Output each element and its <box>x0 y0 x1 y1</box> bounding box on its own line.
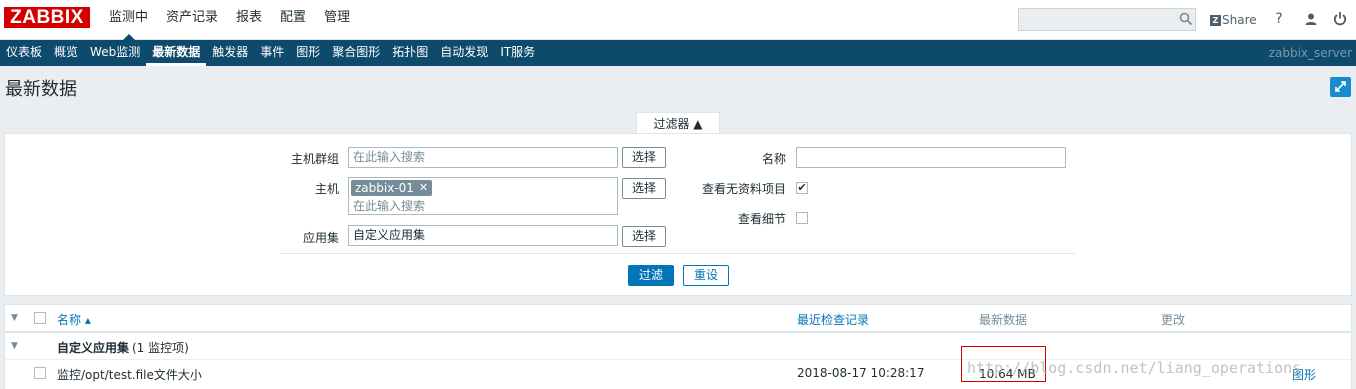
watermark: http://blog.csdn.net/liang_operations <box>967 359 1302 377</box>
share-button[interactable]: Z Share <box>1210 11 1257 29</box>
host-group-select-button[interactable]: 选择 <box>622 147 666 168</box>
page-title: 最新数据 <box>5 79 77 100</box>
remove-chip-icon[interactable]: ✕ <box>419 180 428 196</box>
top-menu-item-configuration[interactable]: 配置 <box>271 0 315 40</box>
sub-menu-triggers[interactable]: 触发器 <box>206 40 254 66</box>
host-chip: zabbix-01 ✕ <box>351 180 433 196</box>
host-group-label: 主机群组 <box>290 152 339 166</box>
fullscreen-button[interactable] <box>1330 77 1351 97</box>
name-input[interactable] <box>796 147 1066 168</box>
sub-menu-latest-data[interactable]: 最新数据 <box>146 40 207 66</box>
top-menu-item-administration[interactable]: 管理 <box>315 0 359 40</box>
zabbix-share-icon: Z <box>1210 14 1221 26</box>
sub-navigation: 仪表板 概览 Web监测 最新数据 触发器 事件 图形 聚合图形 拓扑图 自动发… <box>0 40 1356 66</box>
group-name: 自定义应用集 <box>57 341 130 355</box>
change-column-header: 更改 <box>1161 313 1186 327</box>
select-all-checkbox[interactable] <box>34 312 46 324</box>
expand-icon <box>1335 81 1346 92</box>
item-name: 监控/opt/test.file文件大小 <box>57 368 202 382</box>
group-collapse-icon[interactable]: ▼ <box>11 341 18 351</box>
search-icon[interactable] <box>1179 12 1193 26</box>
show-without-data-label: 查看无资料项目 <box>701 182 786 196</box>
zabbix-logo[interactable]: ZABBIX <box>4 7 90 28</box>
sub-menu-discovery[interactable]: 自动发现 <box>434 40 494 66</box>
host-label: 主机 <box>314 182 339 196</box>
name-column-header[interactable]: 名称 ▴ <box>57 311 91 328</box>
filter-toggle-tab[interactable]: 过滤器 ▲ <box>636 112 720 135</box>
sub-menu-events[interactable]: 事件 <box>254 40 290 66</box>
name-label: 名称 <box>761 152 786 166</box>
row-checkbox[interactable] <box>34 367 46 379</box>
last-value-column-header: 最新数据 <box>979 313 1028 327</box>
host-search-input[interactable]: 在此输入搜索 <box>353 197 425 214</box>
host-select-button[interactable]: 选择 <box>622 178 666 199</box>
show-without-data-checkbox[interactable]: ✔ <box>796 182 808 194</box>
filter-divider <box>281 253 1075 254</box>
sub-menu-graphs[interactable]: 图形 <box>290 40 326 66</box>
application-select-button[interactable]: 选择 <box>622 226 666 247</box>
top-menu: 监测中 资产记录 报表 配置 管理 <box>100 0 359 40</box>
header-separator <box>4 331 1352 333</box>
sign-out-icon[interactable] <box>1333 11 1347 26</box>
sub-menu-web[interactable]: Web监测 <box>84 40 146 66</box>
show-details-label: 查看细节 <box>737 212 786 226</box>
server-name: zabbix_server <box>1268 46 1352 60</box>
group-item-count: (1 监控项) <box>132 341 189 355</box>
sub-menu-maps[interactable]: 拓扑图 <box>386 40 434 66</box>
user-profile-icon[interactable] <box>1304 12 1318 26</box>
help-icon[interactable]: ? <box>1271 10 1287 28</box>
application-label: 应用集 <box>302 231 339 245</box>
sub-menu-screens[interactable]: 聚合图形 <box>326 40 386 66</box>
collapse-all-icon[interactable]: ▼ <box>11 313 18 323</box>
share-label: Share <box>1222 13 1257 27</box>
apply-filter-button[interactable]: 过滤 <box>628 265 674 286</box>
host-chip-label: zabbix-01 <box>355 181 414 195</box>
host-group-input[interactable]: 在此输入搜索 <box>348 147 618 168</box>
sub-menu-it-services[interactable]: IT服务 <box>494 40 541 66</box>
last-check-column-header[interactable]: 最近检查记录 <box>797 311 869 328</box>
top-menu-item-monitoring[interactable]: 监测中 <box>100 0 157 40</box>
top-menu-item-inventory[interactable]: 资产记录 <box>157 0 227 40</box>
search-input[interactable] <box>1018 8 1196 31</box>
show-details-checkbox[interactable] <box>796 212 808 224</box>
top-menu-item-reports[interactable]: 报表 <box>227 0 271 40</box>
reset-filter-button[interactable]: 重设 <box>683 265 729 286</box>
host-multiselect[interactable]: zabbix-01 ✕ 在此输入搜索 <box>348 177 618 215</box>
item-last-check: 2018-08-17 10:28:17 <box>797 366 925 380</box>
application-input[interactable]: 自定义应用集 <box>348 225 618 246</box>
sub-menu-dashboard[interactable]: 仪表板 <box>0 40 48 66</box>
filter-panel <box>4 133 1352 296</box>
sub-menu-overview[interactable]: 概览 <box>48 40 84 66</box>
